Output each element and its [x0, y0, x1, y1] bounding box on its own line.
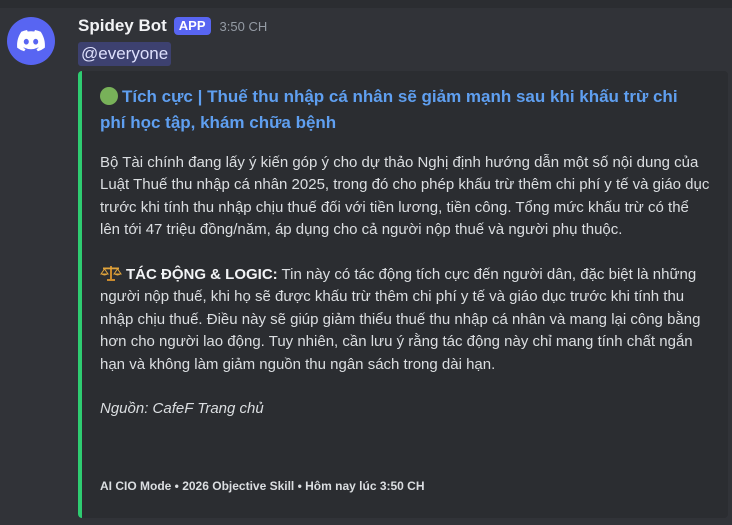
- impact-label: TÁC ĐỘNG & LOGIC:: [126, 266, 278, 284]
- source-line: Nguồn: CafeF Trang chủ: [100, 400, 264, 418]
- impact-paragraph: TÁC ĐỘNG & LOGIC: Tin này có tác động tí…: [100, 264, 712, 376]
- bot-avatar[interactable]: [7, 17, 55, 65]
- discord-logo-icon: [17, 30, 45, 52]
- news-embed: Tích cực | Thuế thu nhập cá nhân sẽ giảm…: [78, 71, 728, 518]
- message-header: Spidey Bot APP 3:50 CH: [78, 13, 267, 39]
- embed-title[interactable]: Tích cực | Thuế thu nhập cá nhân sẽ giảm…: [100, 84, 700, 136]
- summary-paragraph: Bộ Tài chính đang lấy ý kiến góp ý cho d…: [100, 154, 710, 239]
- author-name[interactable]: Spidey Bot: [78, 16, 167, 36]
- app-badge: APP: [173, 17, 211, 35]
- chat-message: Spidey Bot APP 3:50 CH @everyone Tích cự…: [0, 0, 732, 525]
- green-circle-icon: [100, 87, 118, 105]
- embed-title-text[interactable]: Tích cực | Thuế thu nhập cá nhân sẽ giảm…: [100, 87, 678, 132]
- message-timestamp[interactable]: 3:50 CH: [220, 19, 268, 34]
- balance-scale-icon: [100, 266, 122, 282]
- everyone-mention[interactable]: @everyone: [78, 42, 172, 66]
- embed-description: Bộ Tài chính đang lấy ý kiến góp ý cho d…: [100, 152, 712, 421]
- embed-footer: AI CIO Mode • 2026 Objective Skill • Hôm…: [100, 479, 425, 493]
